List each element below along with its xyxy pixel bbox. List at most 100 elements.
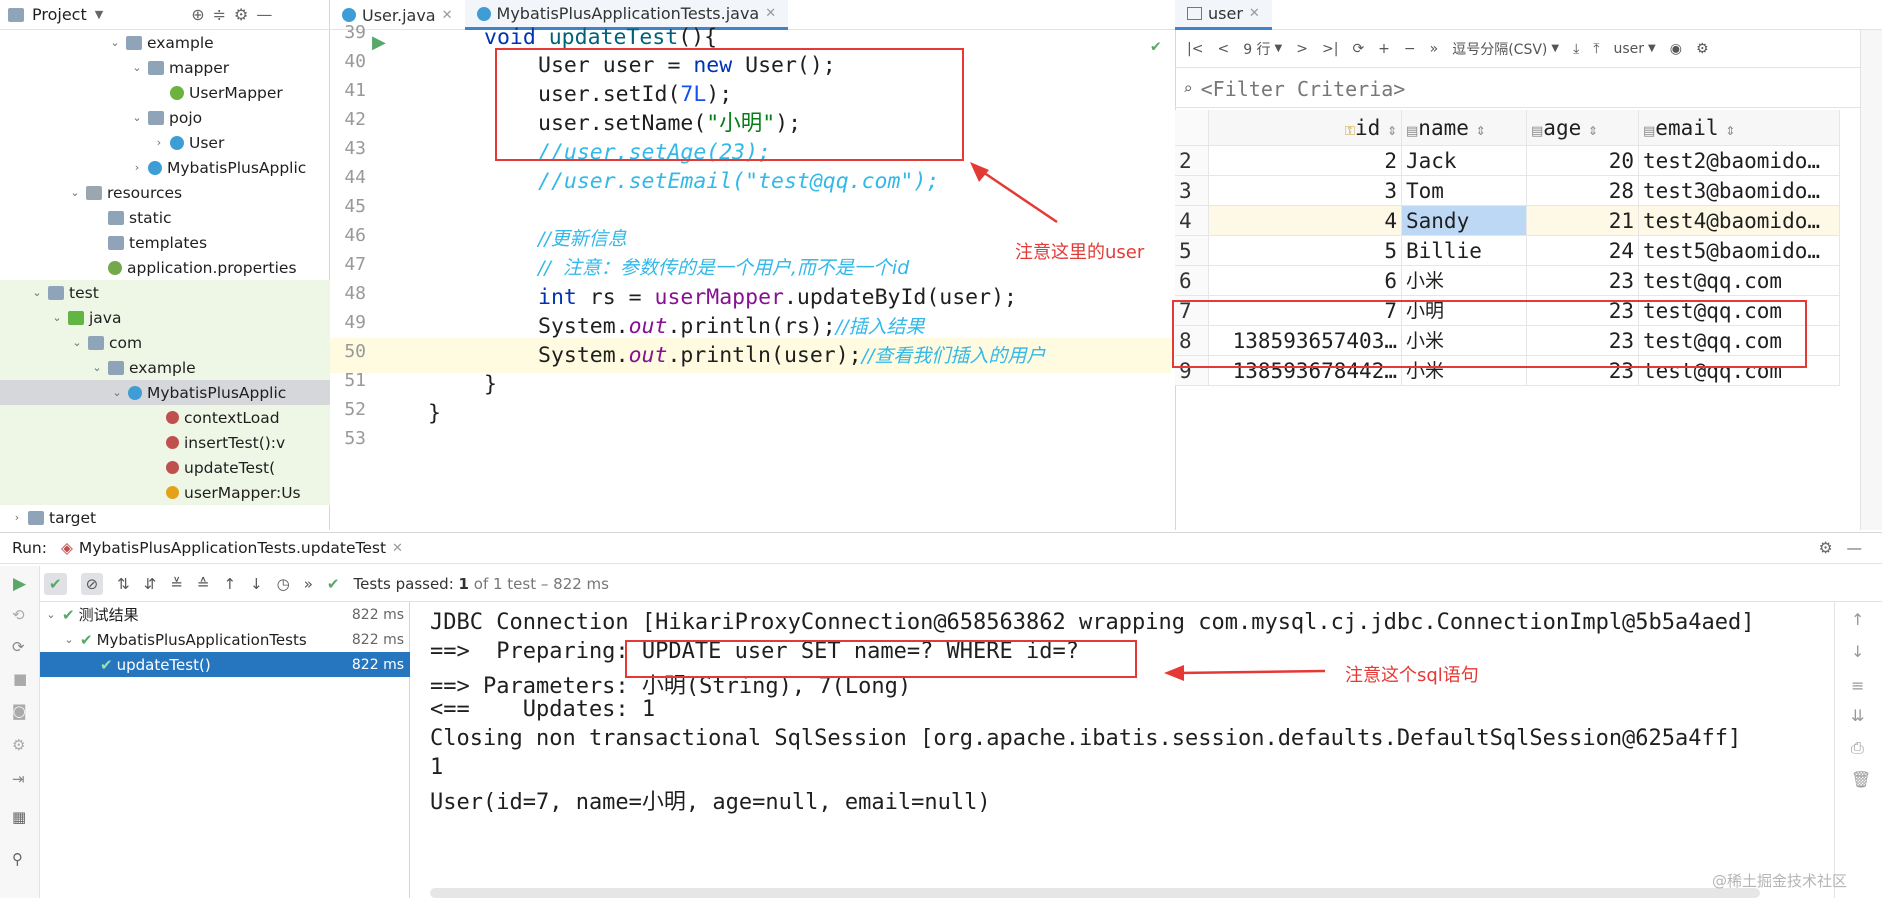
minimize-icon[interactable]: —	[256, 5, 272, 24]
project-tree-item[interactable]: updateTest(	[0, 455, 330, 480]
table-cell[interactable]: 小米	[1402, 266, 1527, 295]
column-header-age[interactable]: ▤age ⇕	[1527, 110, 1639, 145]
project-tree-item[interactable]: ⌄ example	[0, 355, 330, 380]
run-config-tab[interactable]: ◈ MybatisPlusApplicationTests.updateTest…	[61, 539, 403, 557]
table-cell[interactable]: 24	[1527, 236, 1639, 265]
project-tree-item[interactable]: contextLoad	[0, 405, 330, 430]
horizontal-scrollbar[interactable]	[430, 888, 1760, 898]
refresh-icon[interactable]: ⟳	[1352, 41, 1364, 57]
table-cell[interactable]: test@qq.com	[1639, 266, 1840, 295]
more-icon[interactable]: »	[1430, 41, 1439, 57]
column-header-id[interactable]: ⚿id ⇕	[1209, 110, 1402, 145]
table-cell[interactable]: Jack	[1402, 146, 1527, 175]
tab-user-table[interactable]: user ✕	[1175, 0, 1272, 30]
chevron-down-icon[interactable]: ▼	[1648, 43, 1656, 54]
project-tree-item[interactable]: ⌄ mapper	[0, 55, 330, 80]
table-row[interactable]: 3 3 Tom 28 test3@baomido…	[1175, 176, 1840, 206]
sort-duration-icon[interactable]: ⇵	[144, 575, 157, 593]
table-row[interactable]: 6 6 小米 23 test@qq.com	[1175, 266, 1840, 296]
expand-arrow-icon[interactable]: ⌄	[68, 186, 82, 199]
expand-arrow-icon[interactable]: ⌄	[70, 336, 84, 349]
project-tree-item[interactable]: UserMapper	[0, 80, 330, 105]
table-cell[interactable]: test4@baomido…	[1639, 206, 1840, 235]
sort-alpha-icon[interactable]: ⇅	[117, 575, 130, 593]
project-tree-item[interactable]: ⌄ MybatisPlusApplic	[0, 380, 330, 405]
table-cell[interactable]: 28	[1527, 176, 1639, 205]
locate-icon[interactable]: ⊕	[191, 5, 204, 24]
next-page-icon[interactable]: >	[1296, 41, 1308, 57]
camera-icon[interactable]: ◙	[12, 702, 27, 720]
expand-arrow-icon[interactable]: ›	[10, 511, 24, 524]
test-class-row[interactable]: ⌄ ✔ MybatisPlusApplicationTests 822 ms	[40, 627, 410, 652]
history-icon[interactable]: ◷	[277, 575, 290, 593]
column-header-name[interactable]: ▤name ⇕	[1402, 110, 1527, 145]
table-cell[interactable]: 23	[1527, 266, 1639, 295]
project-tree-item[interactable]: ⌄ com	[0, 330, 330, 355]
format-select[interactable]: 逗号分隔(CSV)	[1452, 39, 1547, 59]
table-cell[interactable]: test2@baomido…	[1639, 146, 1840, 175]
project-tree-item[interactable]: ⌄ java	[0, 305, 330, 330]
more-icon[interactable]: »	[304, 575, 313, 593]
scroll-down-icon[interactable]: ↓	[1851, 642, 1864, 661]
export-icon[interactable]: ⤓	[1573, 41, 1579, 57]
project-title[interactable]: Project	[32, 5, 87, 24]
project-tree-item[interactable]: › MybatisPlusApplic	[0, 155, 330, 180]
pin-icon[interactable]: ⚲	[12, 850, 23, 868]
table-cell[interactable]: 2	[1209, 146, 1402, 175]
expand-arrow-icon[interactable]: ⌄	[130, 111, 144, 124]
project-tree-item[interactable]: userMapper:Us	[0, 480, 330, 505]
stop-icon[interactable]: ■	[13, 670, 27, 688]
expand-arrow-icon[interactable]: ⌄	[130, 61, 144, 74]
table-cell[interactable]: 6	[1209, 266, 1402, 295]
expand-arrow-icon[interactable]: ⌄	[30, 286, 44, 299]
rows-count[interactable]: 9 行	[1243, 39, 1270, 59]
rerun-failed-icon[interactable]: ⟲	[12, 606, 25, 624]
project-tree-item[interactable]: ⌄ pojo	[0, 105, 330, 130]
filter-criteria-input[interactable]: ⌕ <Filter Criteria>	[1175, 70, 1882, 108]
scroll-to-end-icon[interactable]: ⇊	[1851, 706, 1864, 725]
table-cell[interactable]: 4	[1209, 206, 1402, 235]
close-icon[interactable]: ✕	[392, 541, 403, 556]
collapse-all-icon[interactable]: ≙	[197, 575, 210, 593]
test-method-row[interactable]: ✔ updateTest() 822 ms	[40, 652, 410, 677]
test-root-row[interactable]: ⌄ ✔ 测试结果 822 ms	[40, 602, 410, 627]
project-tree-item[interactable]: insertTest():v	[0, 430, 330, 455]
prev-page-icon[interactable]: <	[1217, 41, 1229, 57]
table-cell[interactable]: 3	[1209, 176, 1402, 205]
table-cell[interactable]: test5@baomido…	[1639, 236, 1840, 265]
show-ignored-icon[interactable]: ⊘	[80, 572, 104, 595]
expand-arrow-icon[interactable]: ⌄	[90, 361, 104, 374]
prev-test-icon[interactable]: ↑	[223, 575, 236, 593]
layout-icon[interactable]: ▦	[12, 808, 26, 826]
first-page-icon[interactable]: |<	[1187, 41, 1203, 57]
project-tree-item[interactable]: ⌄ test	[0, 280, 330, 305]
table-row[interactable]: 2 2 Jack 20 test2@baomido…	[1175, 146, 1840, 176]
schema-select[interactable]: user	[1614, 41, 1645, 57]
table-cell[interactable]: test3@baomido…	[1639, 176, 1840, 205]
view-icon[interactable]: ◉	[1670, 41, 1682, 57]
toggle-auto-test-icon[interactable]: ⟳	[12, 638, 25, 656]
scroll-up-icon[interactable]: ↑	[1851, 610, 1864, 629]
table-cell[interactable]: Billie	[1402, 236, 1527, 265]
table-cell[interactable]: 21	[1527, 206, 1639, 235]
gear-icon[interactable]: ⚙	[234, 5, 248, 24]
close-icon[interactable]: ✕	[765, 6, 776, 21]
minimize-icon[interactable]: —	[1847, 539, 1863, 557]
run-test-icon[interactable]: ▶	[372, 32, 386, 53]
add-row-icon[interactable]: +	[1378, 41, 1390, 57]
expand-arrow-icon[interactable]: ›	[130, 161, 144, 174]
expand-arrow-icon[interactable]: ›	[152, 136, 166, 149]
login-icon[interactable]: ⇥	[12, 770, 25, 788]
column-header-email[interactable]: ▤email ⇕	[1639, 110, 1840, 145]
gear-icon[interactable]: ⚙	[1819, 539, 1833, 557]
project-tree-item[interactable]: › target	[0, 505, 330, 530]
import-icon[interactable]: ⤒	[1593, 41, 1599, 57]
expand-arrow-icon[interactable]: ⌄	[108, 36, 122, 49]
project-tree-item[interactable]: › User	[0, 130, 330, 155]
expand-arrow-icon[interactable]: ⌄	[110, 386, 124, 399]
soft-wrap-icon[interactable]: ≡	[1851, 676, 1864, 695]
settings-icon[interactable]: ⚙	[12, 736, 25, 754]
rerun-icon[interactable]: ▶	[13, 574, 26, 594]
table-cell[interactable]: 5	[1209, 236, 1402, 265]
chevron-down-icon[interactable]: ▼	[95, 8, 103, 21]
